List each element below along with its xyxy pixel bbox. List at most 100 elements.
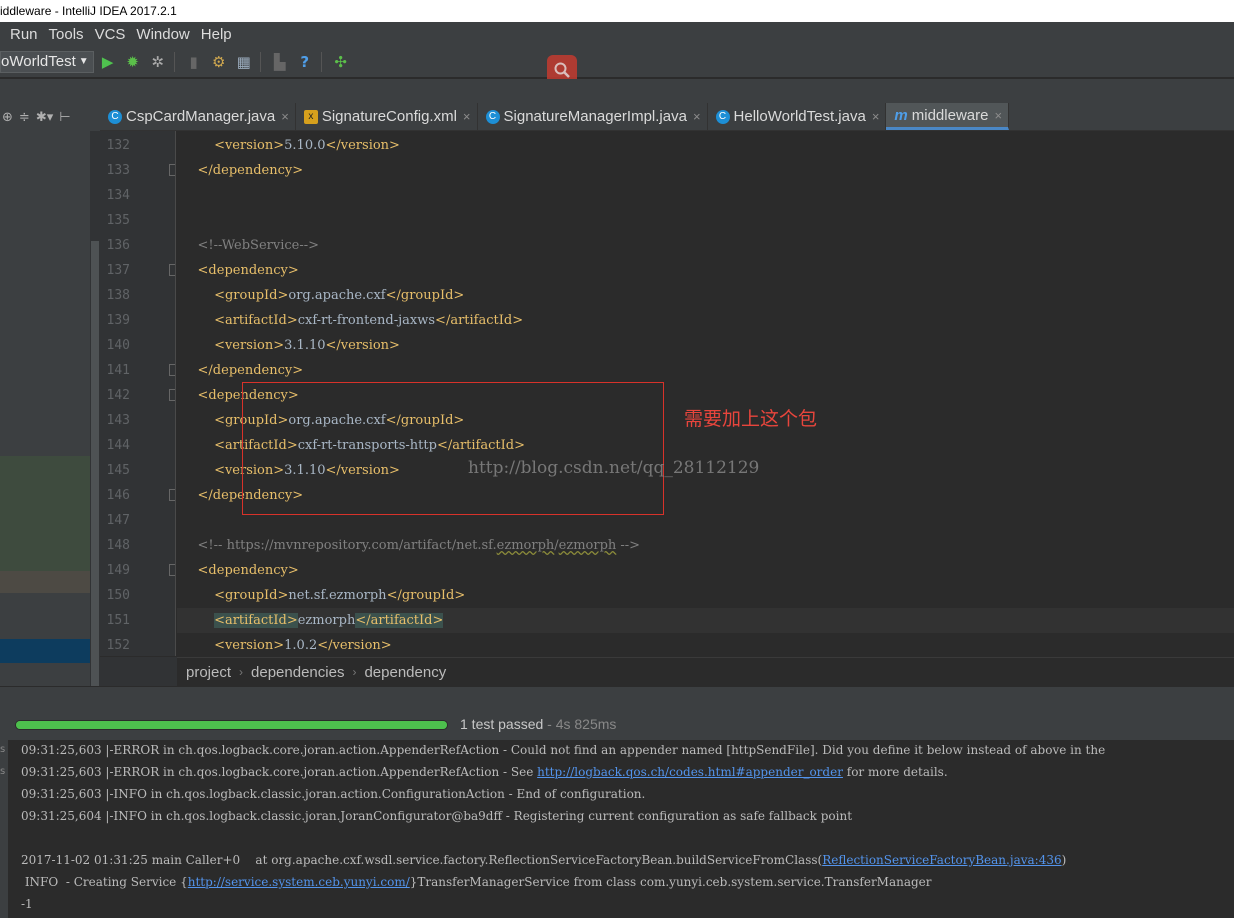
code-token: ezmorph [558, 538, 617, 553]
tab-middleware[interactable]: m middleware × [886, 103, 1010, 130]
close-icon[interactable]: × [994, 108, 1002, 123]
progress-fill [16, 721, 447, 729]
highlight-box [242, 382, 664, 515]
project-tree-panel[interactable] [0, 131, 90, 686]
line-number: 150 [106, 588, 130, 603]
gear-icon[interactable]: ✱▾ [36, 110, 53, 125]
java-class-icon: C [108, 109, 122, 124]
fold-icon[interactable] [169, 489, 175, 501]
fold-icon[interactable] [169, 564, 175, 576]
vcs-icon[interactable]: ▙ [269, 51, 291, 73]
line-number: 142 [106, 388, 130, 403]
line-number: 140 [106, 338, 130, 353]
console-line: 09:31:25,603 |-ERROR in ch.qos.logback.c… [21, 740, 1105, 761]
tab-cspcardmanager[interactable]: C CspCardManager.java × [100, 103, 296, 130]
code-token: net.sf.ezmorph [288, 588, 387, 603]
toolbar-separator [259, 51, 261, 72]
console-line: 09:31:25,603 |-ERROR in ch.qos.logback.c… [21, 761, 948, 783]
code-token: <groupId> [214, 288, 289, 303]
scrollbar-thumb[interactable] [91, 241, 99, 686]
close-icon[interactable]: × [463, 109, 471, 124]
project-structure-icon[interactable]: ⚙ [208, 51, 230, 73]
sdk-icon[interactable]: ▦ [233, 51, 255, 73]
close-icon[interactable]: × [281, 109, 289, 124]
sync-icon[interactable]: ⊕ [2, 110, 13, 125]
console-output[interactable]: 09:31:25,603 |-ERROR in ch.qos.logback.c… [8, 740, 1234, 918]
fold-icon[interactable] [169, 389, 175, 401]
menu-tools[interactable]: Tools [49, 26, 84, 43]
run-panel-header [0, 686, 1234, 713]
breadcrumb-item-dependency[interactable]: dependency [364, 664, 446, 681]
code-line: <version>1.0.2</version> [181, 633, 392, 656]
collapse-icon[interactable]: ≑ [19, 110, 30, 125]
menu-window[interactable]: Window [136, 26, 189, 43]
menu-vcs[interactable]: VCS [95, 26, 126, 43]
line-number: 139 [106, 313, 130, 328]
code-token: <version> [214, 138, 285, 153]
main-toolbar: oWorldTest ▼ ▶ ✹ ✲ ▮ ⚙ ▦ ▙ ? ✣ [0, 46, 1234, 78]
breadcrumb-item-project[interactable]: project [186, 664, 231, 681]
close-icon[interactable]: × [693, 109, 701, 124]
fold-icon[interactable] [169, 164, 175, 176]
line-number: 138 [106, 288, 130, 303]
debug-icon[interactable]: ✹ [122, 51, 144, 73]
fold-icon[interactable] [169, 264, 175, 276]
console-text: 09:31:25,603 |-ERROR in ch.qos.logback.c… [21, 765, 538, 779]
tree-selection-green [0, 456, 90, 571]
console-link[interactable]: ReflectionServiceFactoryBean.java:436 [822, 853, 1061, 867]
line-number: 141 [106, 363, 130, 378]
java-class-icon: C [485, 109, 500, 124]
console-text: }TransferManagerService from class com.y… [409, 875, 932, 889]
console-text: -1 [21, 897, 33, 911]
console-line: 09:31:25,604 |-INFO in ch.qos.logback.cl… [21, 805, 852, 827]
code-token: </dependency> [197, 363, 304, 378]
coverage-icon[interactable]: ✲ [147, 51, 169, 73]
stop-icon[interactable]: ▮ [183, 51, 205, 73]
test-result-text: 1 test passed - 4s 825ms [460, 716, 616, 732]
hide-panel-icon[interactable]: ⊢ [59, 110, 70, 125]
annotation-note: 需要加上这个包 [684, 408, 818, 430]
toolbar-separator [320, 51, 322, 72]
run-configuration-select[interactable]: oWorldTest ▼ [0, 50, 94, 73]
line-number-gutter[interactable]: 132 133 134 135 136 137 138 139 140 141 142 143 144 1… [100, 131, 176, 656]
code-line: <groupId>net.sf.ezmorph</groupId> [181, 583, 465, 608]
tab-signaturemanagerimpl[interactable]: C SignatureManagerImpl.java × [478, 103, 708, 130]
line-number: 146 [106, 488, 130, 503]
code-token: <artifactId> [214, 613, 298, 628]
menu-help[interactable]: Help [201, 26, 232, 43]
run-icon[interactable]: ▶ [97, 51, 119, 73]
window-title: iddleware - IntelliJ IDEA 2017.2.1 [0, 4, 177, 18]
chevron-right-icon: › [352, 665, 357, 679]
menu-run[interactable]: Run [10, 26, 38, 43]
tree-selected-row[interactable] [0, 639, 90, 663]
fold-icon[interactable] [169, 364, 175, 376]
line-number: 148 [106, 538, 130, 553]
code-line: </dependency> [181, 358, 304, 383]
code-token: </dependency> [197, 163, 304, 178]
console-line: -1 [21, 893, 33, 915]
tree-row-highlight [0, 571, 90, 593]
plugin-icon[interactable]: ✣ [330, 51, 352, 73]
console-link[interactable]: http://logback.qos.ch/codes.html#appende… [537, 765, 843, 779]
run-configuration-label: oWorldTest [1, 52, 76, 70]
tab-signatureconfig[interactable]: x SignatureConfig.xml × [296, 103, 478, 130]
tab-label: SignatureConfig.xml [321, 108, 457, 125]
code-token: --> [616, 538, 641, 553]
line-number: 136 [106, 238, 130, 253]
console-text: for more details. [842, 765, 948, 779]
code-token: <version> [214, 638, 285, 653]
tab-helloworldtest[interactable]: C HelloWorldTest.java × [708, 103, 887, 130]
code-line: <artifactId>ezmorph</artifactId> [181, 608, 444, 633]
chevron-right-icon: › [239, 665, 244, 679]
close-icon[interactable]: × [872, 109, 880, 124]
code-token: 3.1.10 [284, 338, 326, 353]
console-gutter: s s [0, 740, 8, 918]
breadcrumb: project › dependencies › dependency [177, 657, 1234, 686]
help-icon[interactable]: ? [294, 51, 316, 73]
console-link[interactable]: http://service.system.ceb.yunyi.com/ [188, 875, 410, 889]
project-panel-scrollbar[interactable] [90, 131, 100, 686]
breadcrumb-item-dependencies[interactable]: dependencies [251, 664, 344, 681]
